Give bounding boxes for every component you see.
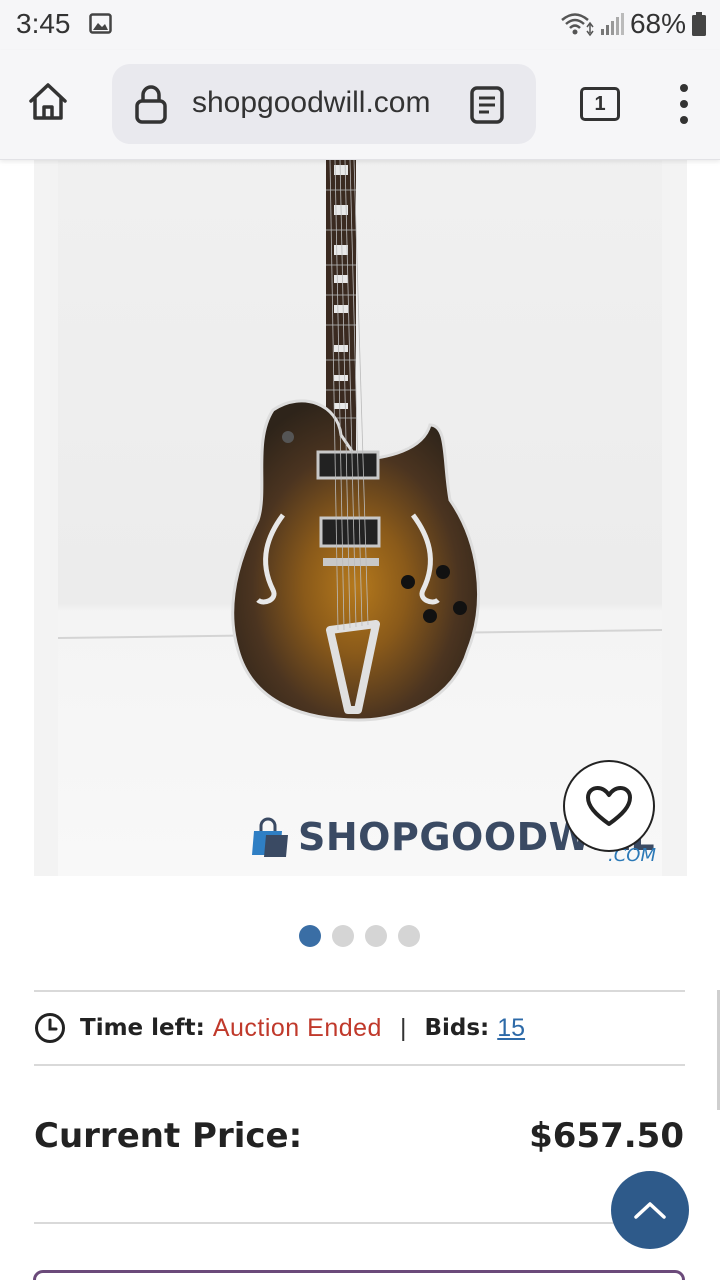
reader-mode-icon[interactable] [470,86,504,124]
carousel-dot-4[interactable] [398,925,420,947]
status-time: 3:45 [16,8,71,39]
auction-status-row: Time left: Auction Ended | Bids: 15 [34,1008,525,1048]
carousel-dot-2[interactable] [332,925,354,947]
image-carousel-dots [299,925,420,947]
bids-label: Bids: [424,1015,490,1041]
divider-middle [34,1064,685,1066]
heart-icon [586,786,632,826]
wifi-icon [561,13,594,37]
current-price-label: Current Price: [34,1116,303,1156]
battery-percent: 68% [629,8,686,39]
tab-switcher-button[interactable]: 1 [580,87,620,121]
browser-toolbar: shopgoodwill.com 1 [0,50,720,160]
bid-action-box[interactable] [33,1270,685,1280]
time-left-value: Auction Ended [212,1013,382,1042]
favorite-button[interactable] [563,760,655,852]
product-image[interactable]: SHOPGOODWILL .COM [58,160,662,876]
clock-icon [35,1013,65,1043]
lock-icon[interactable] [134,84,168,124]
status-right-group: 68% [560,8,706,40]
battery-icon [692,12,706,36]
home-icon[interactable] [26,80,70,124]
row-separator: | [399,1013,407,1042]
current-price-value: $657.50 [529,1116,684,1156]
shopping-bag-icon [252,817,288,857]
divider-top [34,990,685,992]
status-bar: 3:45 68% [0,0,720,50]
guitar-illustration [58,160,662,722]
time-left-label: Time left: [80,1015,205,1041]
bids-count-link[interactable]: 15 [497,1014,525,1043]
image-notification-icon [89,13,112,34]
divider-bottom [34,1222,685,1224]
menu-dots-icon[interactable] [674,82,694,126]
address-bar[interactable]: shopgoodwill.com [112,64,536,144]
carousel-dot-3[interactable] [365,925,387,947]
signal-icon [600,13,624,35]
chevron-up-icon [634,1202,666,1219]
scroll-to-top-button[interactable] [611,1171,689,1249]
carousel-dot-1[interactable] [299,925,321,947]
url-text[interactable]: shopgoodwill.com [192,86,442,120]
